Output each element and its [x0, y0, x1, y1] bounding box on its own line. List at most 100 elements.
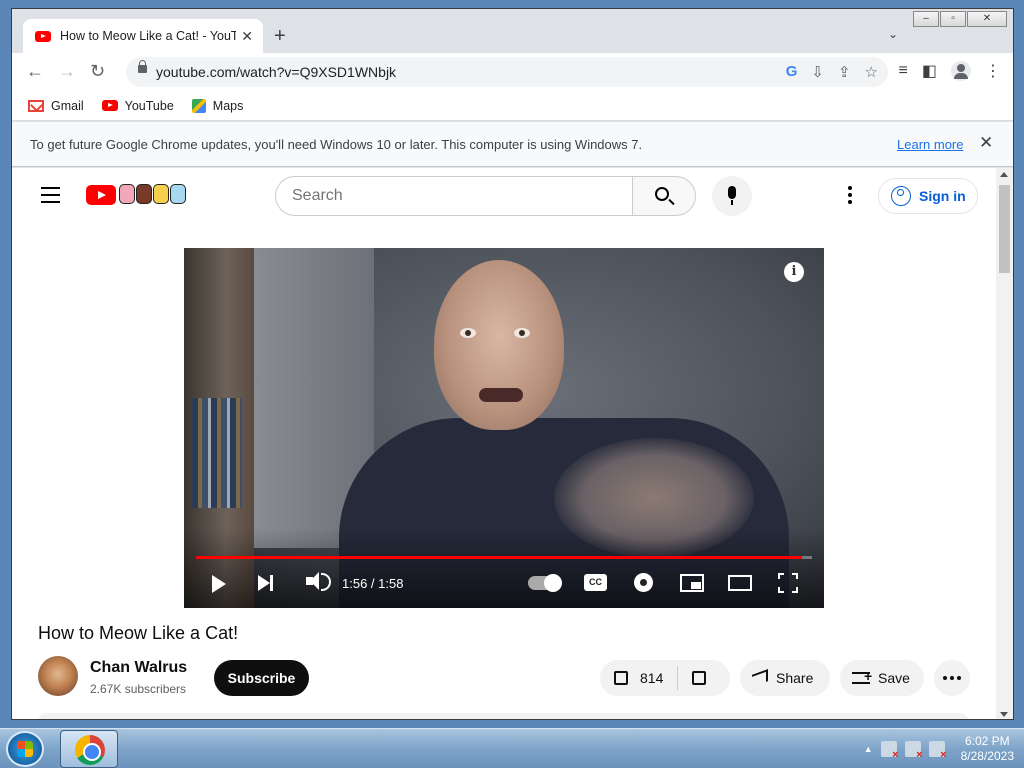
progress-bar[interactable]	[196, 556, 812, 559]
tab-title: How to Meow Like a Cat! - YouTube	[60, 29, 236, 43]
volume-icon[interactable]	[306, 572, 331, 591]
search-field[interactable]	[275, 176, 633, 216]
tab-search-chevron-icon[interactable]: ⌄	[888, 27, 898, 41]
volume-muted-icon[interactable]	[928, 741, 947, 761]
page-scrollbar[interactable]	[996, 168, 1013, 719]
youtube-logo-icon[interactable]	[86, 185, 116, 205]
maps-icon	[191, 98, 206, 113]
next-icon[interactable]	[258, 575, 273, 591]
autoplay-toggle-icon[interactable]	[528, 574, 562, 592]
video-frame-books	[192, 398, 242, 508]
channel-name[interactable]: Chan Walrus	[90, 659, 187, 677]
channel-avatar[interactable]	[38, 656, 78, 696]
learn-more-link[interactable]: Learn more	[897, 137, 963, 152]
bookmark-label: Gmail	[51, 98, 84, 113]
video-frame-eye	[514, 328, 530, 338]
sign-in-button[interactable]: Sign in	[878, 178, 978, 214]
search-button[interactable]	[632, 176, 696, 216]
youtube-doodle-icon[interactable]	[119, 184, 186, 204]
video-frame-eye	[460, 328, 476, 338]
install-app-icon[interactable]: ⇩	[811, 63, 824, 81]
lock-icon[interactable]	[138, 60, 147, 73]
search-input[interactable]	[292, 187, 612, 205]
video-title: How to Meow Like a Cat!	[38, 623, 239, 643]
settings-gear-icon[interactable]	[634, 573, 653, 592]
theater-mode-icon[interactable]	[728, 575, 752, 591]
clock-date: 8/28/2023	[960, 749, 1014, 763]
subscribe-button[interactable]: Subscribe	[214, 660, 309, 696]
page-viewport: Sign in i 1:56 / 1:58 CC	[12, 168, 1013, 719]
minimize-icon[interactable]: –	[913, 11, 939, 27]
miniplayer-icon[interactable]	[680, 574, 704, 592]
like-dislike-group: 814	[600, 660, 730, 696]
chrome-menu-icon[interactable]: ⋮	[985, 61, 1001, 81]
share-button[interactable]: Share	[740, 660, 830, 696]
dislike-icon[interactable]	[692, 671, 707, 685]
forward-icon[interactable]: →	[58, 61, 76, 81]
fullscreen-icon[interactable]	[778, 573, 798, 593]
like-divider	[677, 666, 679, 690]
more-actions-button[interactable]	[934, 660, 970, 696]
description-box[interactable]	[38, 713, 968, 719]
bookmark-star-icon[interactable]: ☆	[865, 63, 878, 81]
tab-youtube[interactable]: How to Meow Like a Cat! - YouTube ✕	[23, 19, 263, 53]
profile-icon[interactable]	[951, 61, 971, 81]
clock[interactable]: 6:02 PM 8/28/2023	[961, 734, 1014, 764]
video-frame-mouth	[479, 388, 523, 402]
settings-menu-icon[interactable]	[848, 186, 852, 207]
url-text[interactable]: youtube.com/watch?v=Q9XSD1WNbjk	[156, 64, 396, 80]
account-icon	[891, 186, 911, 206]
taskbar-chrome-button[interactable]	[60, 730, 118, 768]
voice-search-button[interactable]	[712, 176, 752, 216]
action-center-icon[interactable]	[880, 741, 899, 761]
network-icon[interactable]	[904, 741, 923, 761]
subscriber-count: 2.67K subscribers	[90, 682, 187, 696]
bookmark-gmail[interactable]: Gmail	[28, 99, 84, 113]
scroll-down-icon[interactable]	[1000, 712, 1008, 717]
progress-fill	[196, 556, 802, 559]
media-control-icon[interactable]: ≡	[899, 62, 908, 80]
like-icon[interactable]	[614, 671, 628, 685]
infobar-close-icon[interactable]: ✕	[979, 133, 993, 153]
bookmark-label: YouTube	[124, 98, 174, 113]
back-icon[interactable]: ←	[26, 61, 44, 81]
maximize-icon[interactable]: ▫	[940, 11, 966, 27]
windows-taskbar: ▲ 6:02 PM 8/28/2023	[0, 728, 1024, 768]
play-icon[interactable]	[212, 575, 226, 593]
window-close-icon[interactable]: ✕	[967, 11, 1007, 27]
address-bar[interactable]: youtube.com/watch?v=Q9XSD1WNbjk G ⇩ ⇪ ☆	[126, 57, 888, 87]
google-translate-icon[interactable]: G	[786, 63, 798, 81]
gmail-icon	[28, 99, 44, 112]
tab-close-icon[interactable]: ✕	[241, 28, 253, 45]
share-page-icon[interactable]: ⇪	[838, 63, 851, 81]
sign-in-label: Sign in	[919, 188, 966, 204]
side-panel-icon[interactable]: ◧	[922, 61, 937, 81]
omnibox-icons: G ⇩ ⇪ ☆	[786, 63, 878, 81]
video-player[interactable]: i 1:56 / 1:58 CC	[184, 248, 824, 608]
tab-strip: How to Meow Like a Cat! - YouTube ✕ + ⌄ …	[12, 9, 1013, 53]
browser-window: How to Meow Like a Cat! - YouTube ✕ + ⌄ …	[11, 8, 1014, 720]
infobar-message: To get future Google Chrome updates, you…	[30, 137, 643, 152]
toolbar-right: ≡ ◧ ⋮	[899, 61, 1001, 81]
menu-icon[interactable]	[41, 187, 60, 208]
info-icon[interactable]: i	[784, 262, 804, 282]
browser-toolbar: ← → ↻ youtube.com/watch?v=Q9XSD1WNbjk G …	[12, 53, 1013, 91]
youtube-favicon-icon	[35, 30, 51, 42]
share-icon	[752, 669, 768, 687]
save-label: Save	[878, 670, 910, 686]
search-icon	[655, 187, 669, 201]
like-count[interactable]: 814	[640, 670, 663, 686]
system-tray: ▲ 6:02 PM 8/28/2023	[864, 734, 1014, 764]
start-button[interactable]	[6, 731, 44, 767]
new-tab-icon[interactable]: +	[274, 26, 286, 46]
save-button[interactable]: Save	[840, 660, 924, 696]
youtube-header: Sign in	[12, 168, 996, 224]
show-hidden-icons-icon[interactable]: ▲	[864, 744, 873, 754]
bookmark-maps[interactable]: Maps	[191, 98, 243, 113]
reload-icon[interactable]: ↻	[90, 61, 105, 81]
scroll-up-icon[interactable]	[1000, 172, 1008, 177]
bookmark-youtube[interactable]: YouTube	[101, 98, 174, 113]
share-label: Share	[776, 670, 814, 686]
captions-icon[interactable]: CC	[584, 574, 607, 591]
scroll-thumb[interactable]	[999, 185, 1010, 273]
